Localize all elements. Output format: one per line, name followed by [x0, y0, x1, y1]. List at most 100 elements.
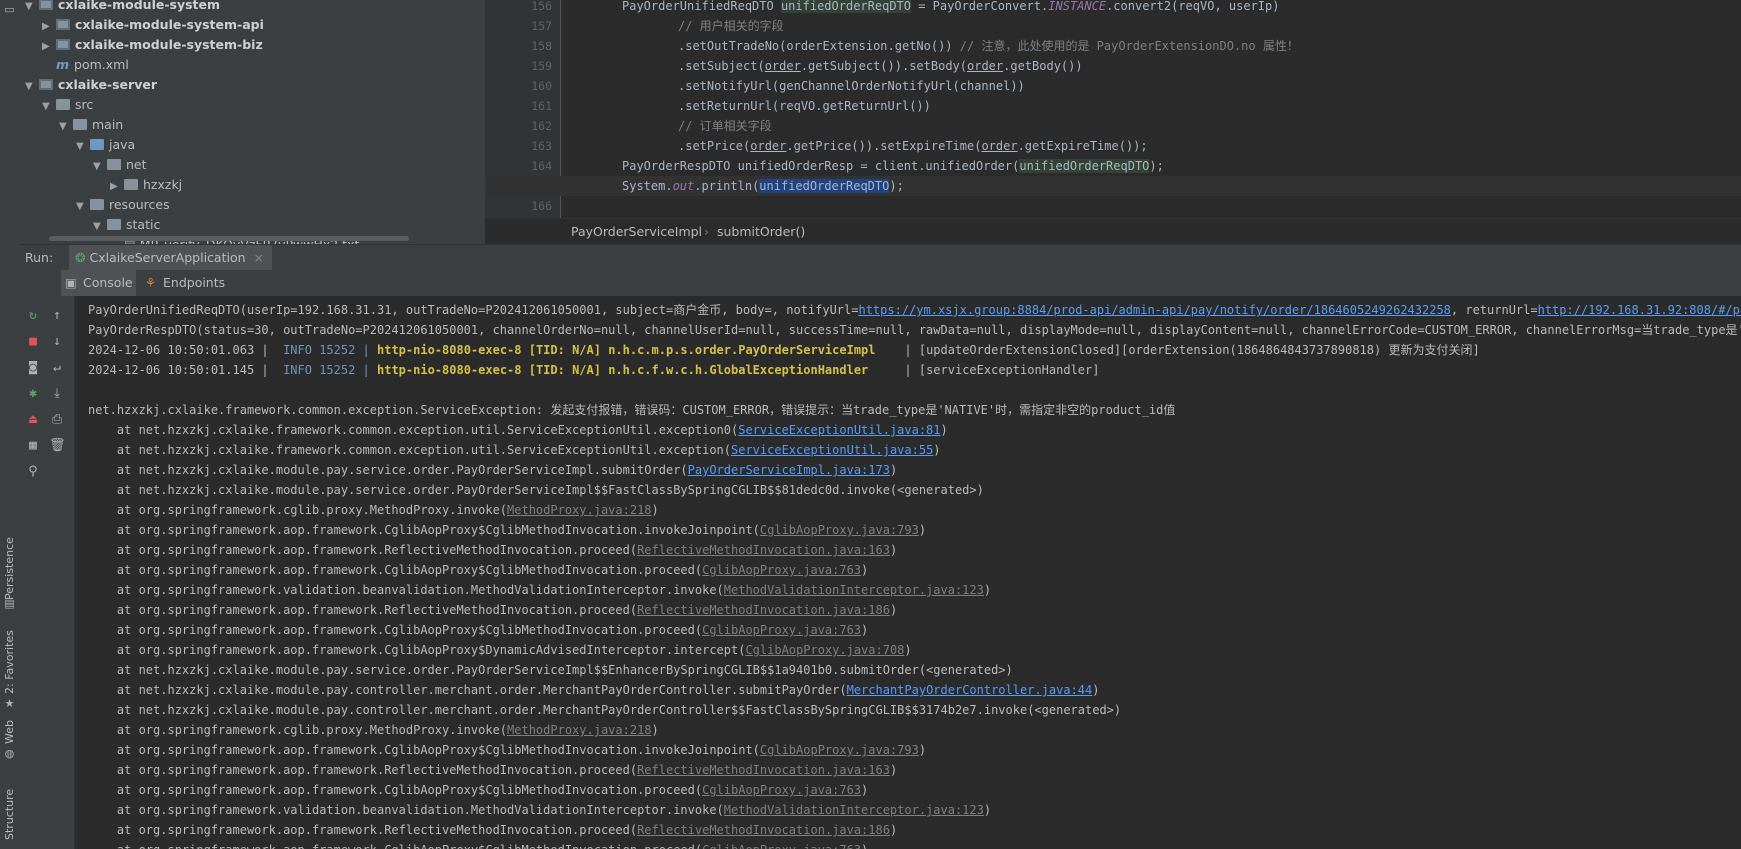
- stop-icon[interactable]: ■: [25, 334, 41, 350]
- tree-item[interactable]: ▶ cxlaike-module-system-biz: [42, 35, 263, 55]
- source-link[interactable]: CglibAopProxy.java:763: [702, 563, 861, 577]
- scroll-to-end-icon[interactable]: ⤓: [49, 386, 65, 402]
- source-link[interactable]: MethodProxy.java:218: [507, 503, 652, 517]
- print-icon[interactable]: ⎙: [49, 412, 65, 428]
- star-icon: ★: [4, 697, 15, 710]
- code-text: );: [889, 179, 904, 193]
- source-link[interactable]: MethodValidationInterceptor.java:123: [724, 583, 984, 597]
- tree-item[interactable]: ▼ static: [93, 215, 160, 235]
- tab-console[interactable]: ▣ Console: [61, 270, 136, 296]
- code-line-156[interactable]: PayOrderUnifiedReqDTO unifiedOrderReqDTO…: [485, 0, 1741, 16]
- trash-icon[interactable]: 🗑: [49, 438, 66, 454]
- source-link[interactable]: CglibAopProxy.java:793: [760, 523, 919, 537]
- line-number: 166: [531, 199, 552, 213]
- pin-icon[interactable]: ⚲: [25, 464, 41, 480]
- horizontal-scrollbar[interactable]: [49, 236, 409, 241]
- close-icon[interactable]: ×: [254, 250, 264, 265]
- tree-item[interactable]: ▼ cxlaike-server: [25, 75, 157, 95]
- tree-item[interactable]: ▼ cxlaike-module-system: [25, 0, 220, 15]
- code-line-159[interactable]: .setSubject(order.getSubject()).setBody(…: [485, 56, 1741, 76]
- code-line-163[interactable]: .setPrice(order.getPrice()).setExpireTim…: [485, 136, 1741, 156]
- tree-item-label: resources: [109, 197, 170, 212]
- source-link[interactable]: MethodProxy.java:218: [507, 723, 652, 737]
- project-tab[interactable]: ▭: [0, 0, 19, 20]
- chevron-down-icon[interactable]: ▼: [93, 157, 107, 177]
- source-link[interactable]: CglibAopProxy.java:763: [702, 843, 861, 849]
- source-link[interactable]: CglibAopProxy.java:763: [702, 783, 861, 797]
- chevron-down-icon[interactable]: ▼: [42, 97, 56, 117]
- source-link[interactable]: ReflectiveMethodInvocation.java:186: [637, 823, 890, 837]
- stack-frame: at org.springframework.aop.framework.Cgl…: [88, 780, 868, 800]
- code-line-165[interactable]: System.out.println(unifiedOrderReqDTO);: [485, 176, 1741, 196]
- console-link[interactable]: https://ym.xsjx.group:8884/prod-api/admi…: [858, 303, 1450, 317]
- chevron-down-icon[interactable]: ▼: [76, 197, 90, 217]
- code-line-160[interactable]: .setNotifyUrl(genChannelOrderNotifyUrl(c…: [485, 76, 1741, 96]
- chevron-right-icon[interactable]: ▶: [110, 177, 124, 197]
- code-editor[interactable]: 156157158159160161162163164165166 PayOrd…: [485, 0, 1741, 218]
- tree-item[interactable]: ▼ main: [59, 115, 123, 135]
- source-link[interactable]: ServiceExceptionUtil.java:55: [731, 443, 933, 457]
- tree-item-label: net: [126, 157, 147, 172]
- code-text: .getSubject()).setBody(: [800, 59, 967, 73]
- tree-item[interactable]: ▶ hzxzkj: [110, 175, 182, 195]
- chevron-right-icon[interactable]: ▶: [42, 17, 56, 37]
- breadcrumb-class[interactable]: PayOrderServiceImpl: [571, 219, 702, 245]
- chevron-down-icon[interactable]: ▼: [76, 137, 90, 157]
- soft-wrap-icon[interactable]: ↵: [49, 360, 65, 376]
- source-link[interactable]: CglibAopProxy.java:708: [745, 643, 904, 657]
- stack-frame-text: ): [889, 463, 898, 477]
- favorites-tab[interactable]: 2: Favorites ★: [0, 630, 19, 710]
- debug-icon[interactable]: ✱: [25, 386, 41, 402]
- source-link[interactable]: ReflectiveMethodInvocation.java:163: [637, 543, 890, 557]
- chevron-down-icon[interactable]: ▼: [59, 117, 73, 137]
- tree-item[interactable]: ▼ src: [42, 95, 93, 115]
- code-line-158[interactable]: .setOutTradeNo(orderExtension.getNo()) /…: [485, 36, 1741, 56]
- camera-icon[interactable]: ◙: [25, 360, 41, 376]
- code-line-164[interactable]: PayOrderRespDTO unifiedOrderResp = clien…: [485, 156, 1741, 176]
- source-link[interactable]: MerchantPayOrderController.java:44: [847, 683, 1093, 697]
- stack-frame: at org.springframework.aop.framework.Cgl…: [88, 640, 912, 660]
- tree-item[interactable]: ▼ resources: [76, 195, 170, 215]
- code-var: order: [750, 139, 787, 153]
- chevron-down-icon[interactable]: ▼: [25, 77, 39, 97]
- source-link[interactable]: ReflectiveMethodInvocation.java:186: [637, 603, 890, 617]
- source-link[interactable]: ReflectiveMethodInvocation.java:163: [637, 763, 890, 777]
- web-tab[interactable]: Web ◍: [0, 720, 19, 760]
- code-line-162[interactable]: // 订单相关字段: [485, 116, 1741, 136]
- tree-item[interactable]: ▼ java: [76, 135, 135, 155]
- code-text: PayOrderRespDTO unifiedOrderResp = clien…: [622, 159, 1020, 173]
- persistence-label: Persistence: [3, 537, 16, 600]
- source-link[interactable]: CglibAopProxy.java:763: [702, 623, 861, 637]
- stack-frame-text: at org.springframework.validation.beanva…: [88, 583, 724, 597]
- tree-item[interactable]: m pom.xml: [42, 55, 129, 75]
- code-line-161[interactable]: .setReturnUrl(reqVO.getReturnUrl()): [485, 96, 1741, 116]
- run-config-tab[interactable]: ❂ CxlaikeServerApplication ×: [69, 245, 273, 273]
- persistence-tab[interactable]: Persistence ▤: [0, 530, 19, 610]
- stack-frame-text: at org.springframework.aop.framework.Cgl…: [88, 563, 703, 577]
- scroll-down-icon[interactable]: ↓: [49, 334, 65, 350]
- console-output[interactable]: PayOrderUnifiedReqDTO(userIp=192.168.31.…: [74, 296, 1741, 849]
- source-link[interactable]: PayOrderServiceImpl.java:173: [688, 463, 890, 477]
- stack-frame-text: ): [861, 563, 869, 577]
- rerun-icon[interactable]: ↻: [25, 308, 41, 324]
- source-link[interactable]: ServiceExceptionUtil.java:81: [738, 423, 940, 437]
- exit-icon[interactable]: ⏏: [25, 412, 41, 428]
- tree-item[interactable]: ▼ net: [93, 155, 147, 175]
- chevron-down-icon[interactable]: ▼: [25, 0, 39, 17]
- web-label: Web: [3, 720, 16, 744]
- source-link[interactable]: MethodValidationInterceptor.java:123: [724, 803, 984, 817]
- code-text: .setReturnUrl(reqVO.getReturnUrl()): [678, 99, 931, 113]
- layout-icon[interactable]: ▦: [25, 438, 41, 454]
- tree-item[interactable]: ▶ cxlaike-module-system-api: [42, 15, 264, 35]
- structure-tab[interactable]: Structure: [0, 780, 19, 849]
- scroll-up-icon[interactable]: ↑: [49, 308, 65, 324]
- console-link[interactable]: http://192.168.31.92:808/#/pay/cashier: [1538, 303, 1741, 317]
- chevron-right-icon[interactable]: ▶: [42, 37, 56, 57]
- stack-frame: at net.hzxzkj.cxlaike.framework.common.e…: [88, 420, 948, 440]
- tab-endpoints[interactable]: ⚘ Endpoints: [141, 270, 225, 296]
- source-link[interactable]: CglibAopProxy.java:793: [760, 743, 919, 757]
- chevron-down-icon[interactable]: ▼: [93, 217, 107, 237]
- breadcrumb-method[interactable]: submitOrder(): [717, 219, 805, 245]
- code-comment: // 订单相关字段: [678, 119, 772, 133]
- code-line-157[interactable]: // 用户相关的字段: [485, 16, 1741, 36]
